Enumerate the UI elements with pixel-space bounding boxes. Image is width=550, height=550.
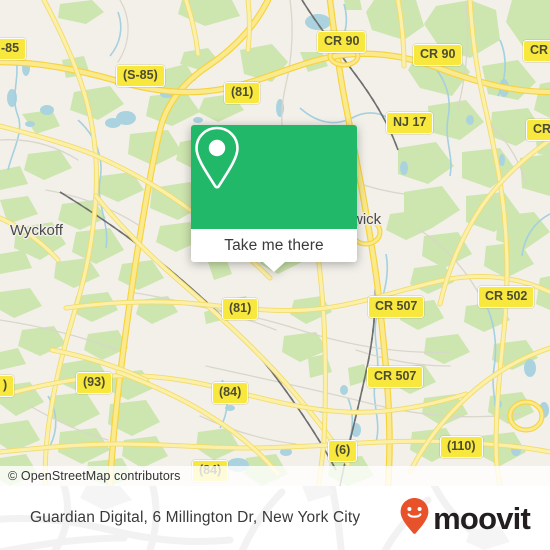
- moovit-brand-logo[interactable]: moovit: [399, 486, 531, 550]
- road-shield[interactable]: (110): [440, 436, 483, 458]
- popup-image-area: [191, 125, 357, 229]
- moovit-pin-smiley-icon: [399, 497, 430, 540]
- footer-bar: Guardian Digital, 6 Millington Dr, New Y…: [0, 486, 550, 550]
- road-shield[interactable]: (84): [212, 382, 249, 404]
- road-shield[interactable]: (6): [328, 440, 358, 462]
- popup-action-area[interactable]: Take me there: [191, 229, 357, 272]
- road-shield[interactable]: ): [0, 375, 15, 397]
- location-popup-card[interactable]: Take me there: [191, 125, 357, 272]
- road-shield[interactable]: CR 9: [523, 40, 550, 62]
- map-place-label-wyckoff: Wyckoff: [10, 222, 63, 239]
- footer-address-text: Guardian Digital, 6 Millington Dr, New Y…: [30, 509, 361, 526]
- map-canvas[interactable]: .grn { fill:#cde5ae; } .wtr { fill:#aad3…: [0, 0, 550, 486]
- moovit-wordmark: moovit: [433, 500, 531, 536]
- road-shield[interactable]: CR 502: [478, 286, 535, 308]
- popup-tail: [263, 262, 285, 272]
- road-shield[interactable]: NJ 17: [386, 112, 434, 134]
- road-shield[interactable]: CR 507: [367, 366, 424, 388]
- road-shield[interactable]: (81): [222, 298, 259, 320]
- take-me-there-button[interactable]: Take me there: [224, 237, 324, 255]
- road-shield[interactable]: CR 7: [526, 119, 550, 141]
- road-shield[interactable]: -85: [0, 38, 27, 60]
- road-shield[interactable]: (93): [76, 372, 113, 394]
- road-shield[interactable]: CR 90: [413, 44, 463, 66]
- road-shield[interactable]: (81): [224, 82, 261, 104]
- road-shield[interactable]: CR 90: [317, 31, 367, 53]
- road-shield[interactable]: CR 507: [368, 296, 425, 318]
- screen: .grn { fill:#cde5ae; } .wtr { fill:#aad3…: [0, 0, 550, 550]
- road-shield[interactable]: (S-85): [116, 65, 165, 87]
- osm-attribution: © OpenStreetMap contributors: [0, 466, 550, 486]
